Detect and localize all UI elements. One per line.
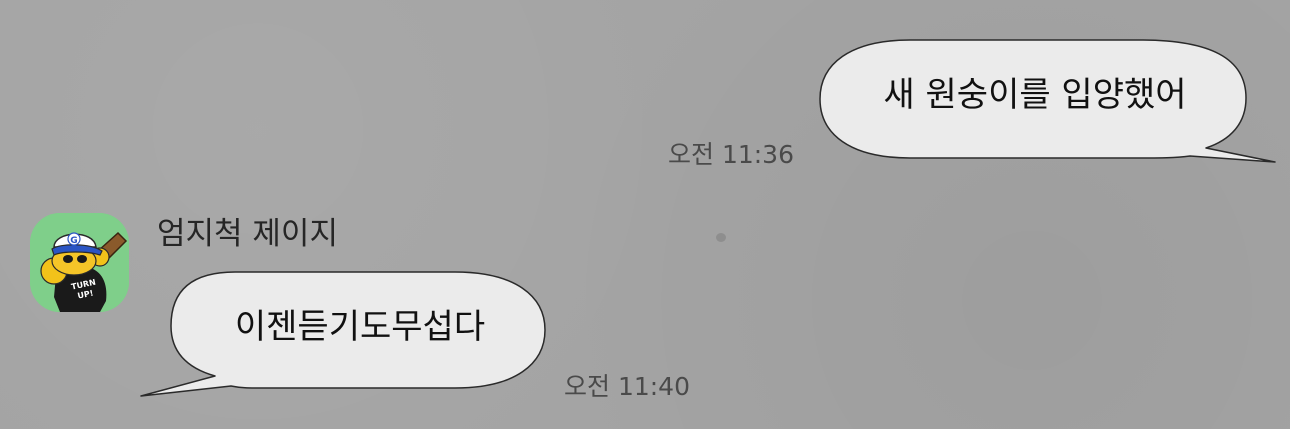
outgoing-message-time: 오전 11:36 [668,140,794,169]
outgoing-message-text: 새 원숭이를 입양했어 [883,75,1187,115]
avatar-character-icon: G TURN UP! [30,213,129,312]
background-speck [716,233,726,242]
sender-name: 엄지척 제이지 [157,216,338,252]
chat-area[interactable]: 새 원숭이를 입양했어 오전 11:36 G TURN UP! 엄지척 제이지 … [0,0,1290,429]
sender-avatar[interactable]: G TURN UP! [30,213,129,312]
svg-text:G: G [70,236,77,246]
incoming-message-text: 이젠듣기도무섭다 [234,307,486,347]
incoming-message-time: 오전 11:40 [564,372,690,401]
